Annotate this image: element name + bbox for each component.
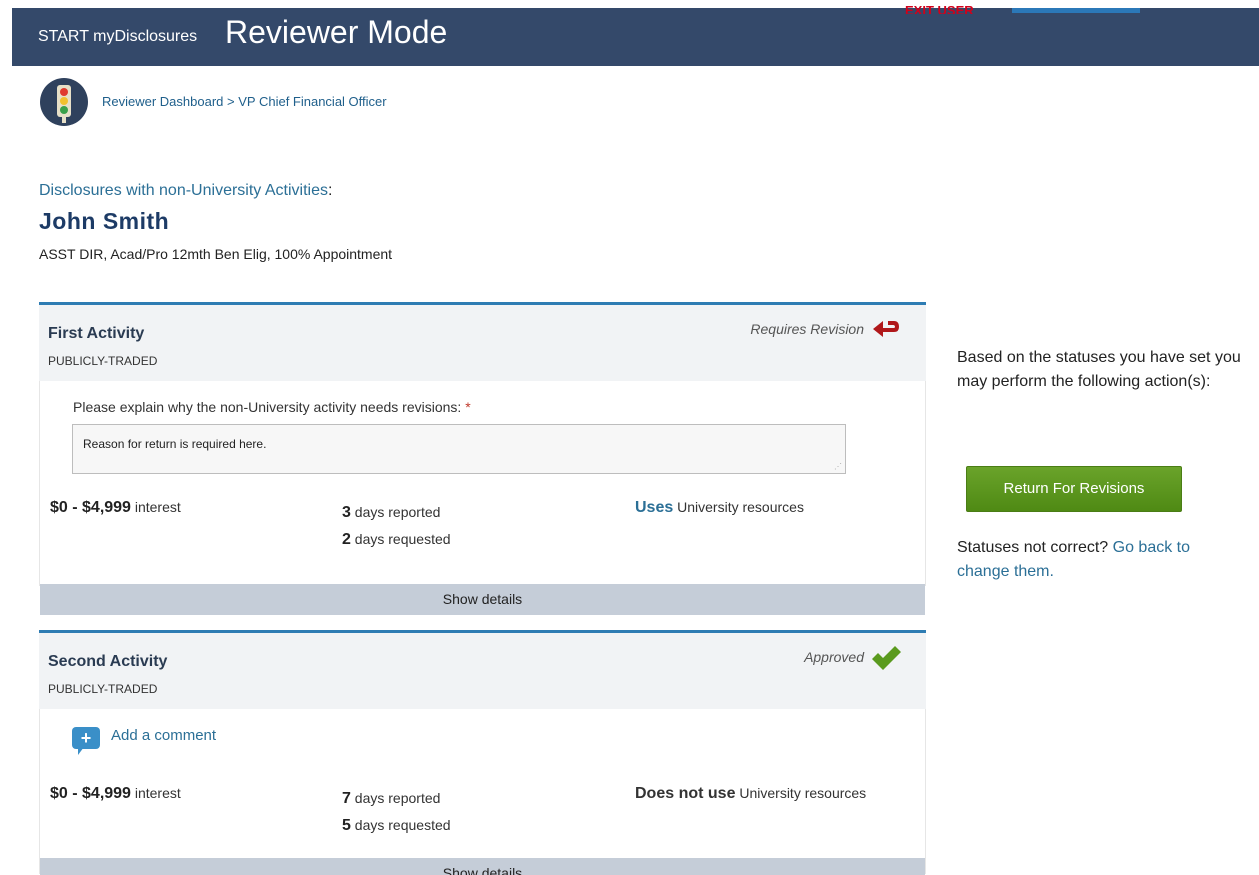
header-top-tab[interactable] (1012, 8, 1140, 13)
resources-label: University resources (677, 499, 804, 515)
exit-user-link[interactable]: EXIT USER (905, 4, 974, 14)
app-header: EXIT USER START myDisclosures Reviewer M… (12, 4, 1259, 66)
interest-range: $0 - $4,999 interest (50, 785, 181, 803)
statuses-not-correct-text: Statuses not correct? (957, 539, 1109, 556)
activity-status: Approved (804, 649, 864, 665)
activity-card-body: Please explain why the non-University ac… (39, 381, 926, 615)
disclosure-heading: Disclosures with non-University Activiti… (39, 182, 332, 200)
activity-type: PUBLICLY-TRADED (48, 682, 158, 696)
return-for-revisions-button[interactable]: Return For Revisions (966, 466, 1182, 512)
required-mark: * (465, 399, 471, 415)
activity-type: PUBLICLY-TRADED (48, 354, 158, 368)
breadcrumb-dashboard-link[interactable]: Reviewer Dashboard (102, 94, 223, 109)
person-title: ASST DIR, Acad/Pro 12mth Ben Elig, 100% … (39, 246, 393, 262)
disclosure-heading-text: Disclosures with non-University Activiti… (39, 182, 328, 199)
days-requested: 2 days requested (342, 531, 451, 548)
interest-range: $0 - $4,999 interest (50, 499, 181, 517)
resources-usage: Does not use University resources (635, 785, 866, 803)
days-requested: 5 days requested (342, 817, 451, 834)
days-info: 3 days reported 2 days requested (342, 499, 451, 553)
activity-card-second: Second Activity PUBLICLY-TRADED Approved… (39, 630, 926, 875)
activity-card-header: First Activity PUBLICLY-TRADED Requires … (39, 305, 926, 381)
person-name: John Smith (39, 208, 170, 234)
days-info: 7 days reported 5 days requested (342, 785, 451, 839)
activity-name: First Activity (48, 325, 145, 342)
resources-usage-value: Uses (635, 499, 674, 516)
checkmark-icon (870, 645, 902, 676)
show-details-button[interactable]: Show details (40, 584, 925, 615)
revision-reason-value: Reason for return is required here. (83, 437, 267, 451)
statuses-not-correct: Statuses not correct? Go back to change … (957, 536, 1227, 584)
revision-reason-textarea[interactable]: Reason for return is required here. ⋰ (72, 424, 846, 474)
resize-grip-icon[interactable]: ⋰ (834, 462, 842, 471)
resources-label: University resources (739, 785, 867, 801)
activity-status: Requires Revision (750, 321, 864, 337)
breadcrumb: Reviewer Dashboard > VP Chief Financial … (102, 94, 387, 109)
activity-name: Second Activity (48, 653, 168, 670)
brand-name: START myDisclosures (38, 28, 198, 45)
activity-card-first: First Activity PUBLICLY-TRADED Requires … (39, 302, 926, 615)
revision-reason-label: Please explain why the non-University ac… (73, 399, 471, 415)
activity-card-body: + Add a comment $0 - $4,999 interest 7 d… (39, 709, 926, 875)
interest-value: $0 - $4,999 (50, 499, 131, 516)
revision-reason-label-text: Please explain why the non-University ac… (73, 399, 462, 415)
resources-usage: Uses University resources (635, 499, 804, 517)
interest-value: $0 - $4,999 (50, 785, 131, 802)
add-comment-link[interactable]: Add a comment (111, 727, 216, 744)
return-arrow-icon (870, 317, 902, 346)
disclosure-heading-colon: : (327, 182, 333, 199)
actions-panel: Based on the statuses you have set you m… (957, 346, 1247, 580)
add-comment-icon[interactable]: + (72, 727, 100, 755)
resources-usage-value: Does not use (635, 785, 736, 802)
breadcrumb-current[interactable]: VP Chief Financial Officer (238, 94, 386, 109)
activity-card-header: Second Activity PUBLICLY-TRADED Approved (39, 633, 926, 709)
interest-label: interest (134, 499, 181, 515)
actions-message: Based on the statuses you have set you m… (957, 349, 1241, 390)
show-details-button[interactable]: Show details (40, 858, 925, 875)
days-reported: 3 days reported (342, 504, 441, 521)
interest-label: interest (134, 785, 181, 801)
breadcrumb-separator: > (223, 94, 239, 109)
mode-title: Reviewer Mode (225, 14, 448, 50)
days-reported: 7 days reported (342, 790, 441, 807)
traffic-light-icon (40, 78, 88, 126)
